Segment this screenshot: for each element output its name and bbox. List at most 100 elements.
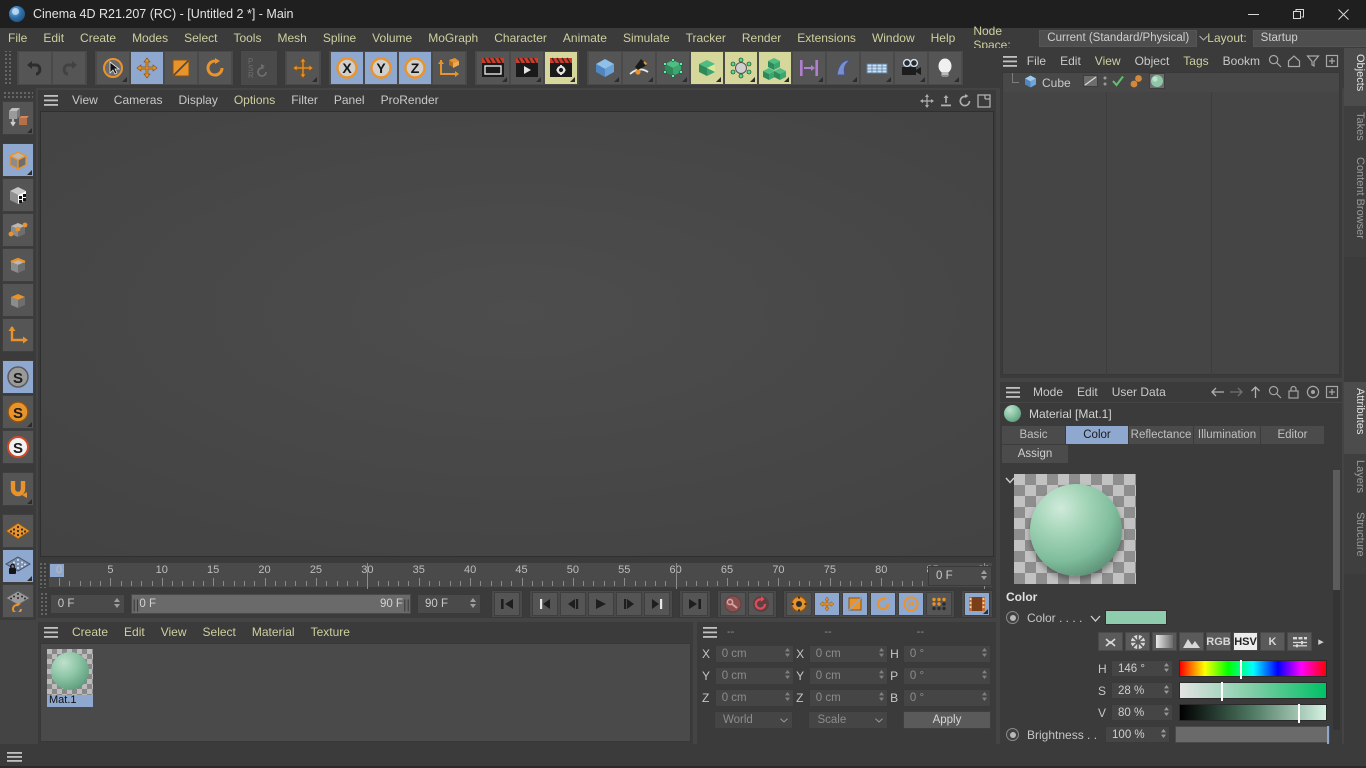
- axis-x-icon[interactable]: X: [331, 52, 363, 84]
- size-y-field[interactable]: 0 cm: [808, 667, 889, 685]
- up-arrow-icon[interactable]: [1248, 385, 1263, 400]
- spinner-icon[interactable]: [981, 669, 988, 683]
- redo-icon[interactable]: [53, 52, 85, 84]
- node-space-dropdown[interactable]: Current (Standard/Physical): [1039, 29, 1209, 47]
- go-to-end-icon[interactable]: [682, 592, 708, 616]
- menu-character[interactable]: Character: [486, 28, 555, 48]
- workplane-icon[interactable]: [2, 514, 34, 548]
- saturation-slider[interactable]: [1179, 682, 1327, 701]
- viewport-menu-panel[interactable]: Panel: [326, 90, 373, 111]
- rot-p-field[interactable]: 0 °: [902, 667, 992, 685]
- select-live-icon[interactable]: [97, 52, 129, 84]
- viewport-canvas[interactable]: [40, 111, 994, 557]
- menu-render[interactable]: Render: [734, 28, 789, 48]
- color-enable-radio[interactable]: [1006, 611, 1019, 624]
- channel-v-field[interactable]: 80 %: [1111, 704, 1173, 721]
- transport-grip[interactable]: [40, 592, 47, 616]
- object-menu-tags[interactable]: Tags: [1176, 50, 1215, 72]
- spinner-icon[interactable]: [1163, 684, 1170, 698]
- object-menu-bookmarks[interactable]: Bookm: [1216, 50, 1267, 72]
- minimize-button[interactable]: [1231, 0, 1276, 28]
- expand-arrow-icon[interactable]: ▸: [1314, 635, 1328, 648]
- material-menu-material[interactable]: Material: [244, 622, 303, 643]
- toolbar-grip[interactable]: [3, 51, 11, 85]
- spinner-icon[interactable]: [469, 597, 477, 612]
- attribute-menu-hamburger-icon[interactable]: [1000, 382, 1026, 403]
- render-view-icon[interactable]: [477, 52, 509, 84]
- vtab-takes[interactable]: Takes: [1344, 106, 1366, 151]
- move-icon[interactable]: [131, 52, 163, 84]
- range-right-handle[interactable]: ||: [403, 597, 410, 611]
- material-menu-edit[interactable]: Edit: [116, 622, 153, 643]
- rotate-icon[interactable]: [199, 52, 231, 84]
- spinner-icon[interactable]: [981, 647, 988, 661]
- add-icon[interactable]: [1324, 385, 1339, 400]
- ap ply-button[interactable]: Apply: [902, 711, 991, 729]
- color-wheel-icon[interactable]: [1125, 632, 1150, 651]
- preview-range-bar[interactable]: || 0 F 90 F ||: [131, 594, 411, 614]
- transform-mode-dropdown[interactable]: Scale: [808, 711, 888, 729]
- undo-icon[interactable]: [19, 52, 51, 84]
- tab-editor[interactable]: Editor: [1261, 426, 1324, 444]
- back-arrow-icon[interactable]: [1210, 385, 1225, 400]
- vtab-content-browser[interactable]: Content Browser: [1344, 151, 1366, 257]
- object-menu-file[interactable]: File: [1020, 50, 1053, 72]
- magnet-icon[interactable]: [2, 472, 34, 506]
- light-icon[interactable]: [929, 52, 961, 84]
- scene-icon[interactable]: [861, 52, 893, 84]
- assign-button[interactable]: Assign: [1002, 445, 1068, 463]
- attribute-scrollbar[interactable]: [1333, 470, 1340, 730]
- spinner-icon[interactable]: [980, 569, 988, 584]
- menu-modes[interactable]: Modes: [124, 28, 176, 48]
- vtab-structure[interactable]: Structure: [1344, 506, 1366, 574]
- play-icon[interactable]: [588, 592, 614, 616]
- polygon-mode-icon[interactable]: [2, 283, 34, 317]
- object-name-label[interactable]: Cube: [1042, 76, 1071, 90]
- jump-to-next-key-icon[interactable]: [644, 592, 670, 616]
- spline-pen-icon[interactable]: [623, 52, 655, 84]
- material-menu-select[interactable]: Select: [195, 622, 244, 643]
- kelvin-mode-button[interactable]: K: [1260, 632, 1285, 651]
- animation-filter-icon[interactable]: [964, 592, 990, 616]
- material-tile[interactable]: Mat.1: [47, 649, 93, 707]
- home-icon[interactable]: [1286, 54, 1301, 69]
- maximize-button[interactable]: [1276, 0, 1321, 28]
- tab-reflectance[interactable]: Reflectance: [1129, 426, 1193, 444]
- array-generator-icon[interactable]: [691, 52, 723, 84]
- menu-tools[interactable]: Tools: [225, 28, 269, 48]
- coord-system-dropdown[interactable]: World: [714, 711, 794, 729]
- object-menu-edit[interactable]: Edit: [1053, 50, 1088, 72]
- coordinates-menu-hamburger-icon[interactable]: [697, 622, 723, 643]
- enable-snap-orange-icon[interactable]: S: [2, 395, 34, 429]
- spinner-icon[interactable]: [878, 669, 885, 683]
- pos-x-field[interactable]: 0 cm: [714, 645, 795, 663]
- material-menu-texture[interactable]: Texture: [303, 622, 358, 643]
- jump-to-previous-key-icon[interactable]: [532, 592, 558, 616]
- deformer-icon[interactable]: [725, 52, 757, 84]
- psr-icon[interactable]: P S R: [243, 52, 275, 84]
- color-swatch[interactable]: [1105, 610, 1168, 625]
- menu-simulate[interactable]: Simulate: [615, 28, 678, 48]
- range-left-handle[interactable]: ||: [132, 597, 139, 611]
- filter-icon[interactable]: [1305, 54, 1320, 69]
- axis-modify-icon[interactable]: [2, 318, 34, 352]
- close-button[interactable]: [1321, 0, 1366, 28]
- spinner-icon[interactable]: [878, 647, 885, 661]
- attribute-scroll-thumb[interactable]: [1333, 470, 1340, 590]
- cube-primitive-icon[interactable]: [589, 52, 621, 84]
- menu-help[interactable]: Help: [923, 28, 964, 48]
- chevron-down-icon[interactable]: [1090, 611, 1101, 625]
- material-menu-create[interactable]: Create: [64, 622, 116, 643]
- simulation-icon[interactable]: [827, 52, 859, 84]
- vtab-objects[interactable]: Objects: [1344, 48, 1366, 106]
- viewport-menu-options[interactable]: Options: [226, 90, 283, 111]
- tab-basic[interactable]: Basic: [1002, 426, 1065, 444]
- material-tag-icon[interactable]: [1148, 73, 1165, 92]
- material-menu-hamburger-icon[interactable]: [38, 622, 64, 643]
- status-menu-hamburger-icon[interactable]: [0, 744, 28, 768]
- menu-select[interactable]: Select: [176, 28, 225, 48]
- mograph-cloner-icon[interactable]: [759, 52, 791, 84]
- record-active-objects-icon[interactable]: [720, 592, 746, 616]
- menu-animate[interactable]: Animate: [555, 28, 615, 48]
- search-icon[interactable]: [1267, 385, 1282, 400]
